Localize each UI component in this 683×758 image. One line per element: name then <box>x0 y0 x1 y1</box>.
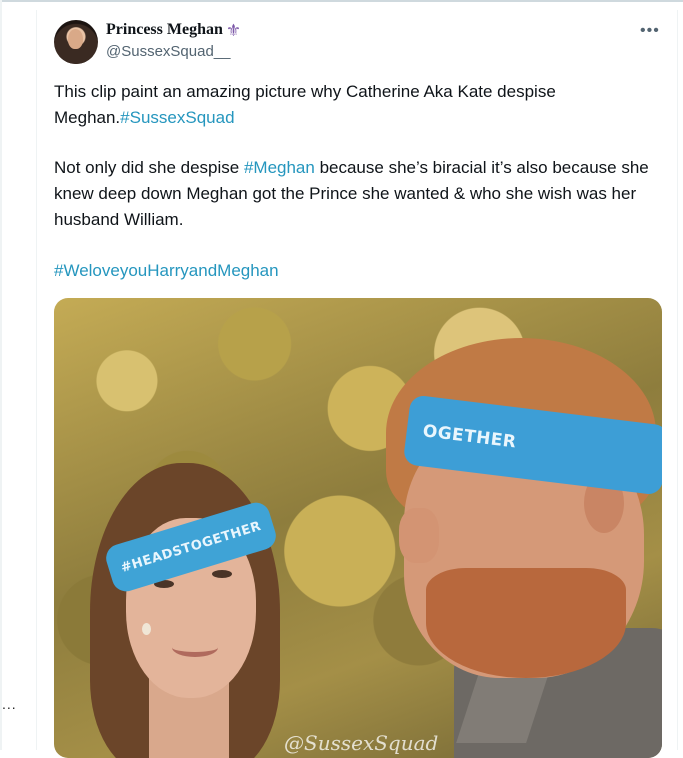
man-beard <box>426 568 626 678</box>
user-handle[interactable]: @SussexSquad__ <box>106 43 230 60</box>
hashtag-sussexsquad[interactable]: #SussexSquad <box>120 108 234 127</box>
woman-right-eye <box>212 570 232 578</box>
tweet-paragraph-1: This clip paint an amazing picture why C… <box>54 79 664 131</box>
left-edge-dots: ... <box>2 696 17 712</box>
hashtag-meghan[interactable]: #Meghan <box>244 158 315 177</box>
name-row: Princess Meghan ⚜ <box>106 21 241 39</box>
left-border <box>0 0 2 750</box>
display-name[interactable]: Princess Meghan <box>106 21 223 39</box>
avatar[interactable] <box>54 20 98 64</box>
paragraph-2-before: Not only did she despise <box>54 158 244 177</box>
fleur-de-lis-icon: ⚜ <box>225 20 242 40</box>
tweet-paragraph-2: Not only did she despise #Meghan because… <box>54 155 664 233</box>
tweet-paragraph-3: #WeloveyouHarryandMeghan <box>54 258 664 284</box>
top-border <box>0 0 683 2</box>
image-watermark: @SussexSquad <box>284 731 439 755</box>
woman-smile <box>172 638 218 657</box>
avatar-face <box>68 29 83 49</box>
headband-right-text: OGETHER <box>421 421 518 453</box>
earring <box>142 623 151 635</box>
tweet-media-image[interactable]: #HEADSTOGETHER OGETHER @SussexSquad <box>54 298 662 758</box>
hashtag-weloveyouharryandmeghan[interactable]: #WeloveyouHarryandMeghan <box>54 261 279 280</box>
man-nose <box>399 508 439 563</box>
tweet-card[interactable]: Princess Meghan ⚜ @SussexSquad__ ••• Thi… <box>36 10 678 758</box>
more-horizontal-icon[interactable]: ••• <box>640 22 660 40</box>
